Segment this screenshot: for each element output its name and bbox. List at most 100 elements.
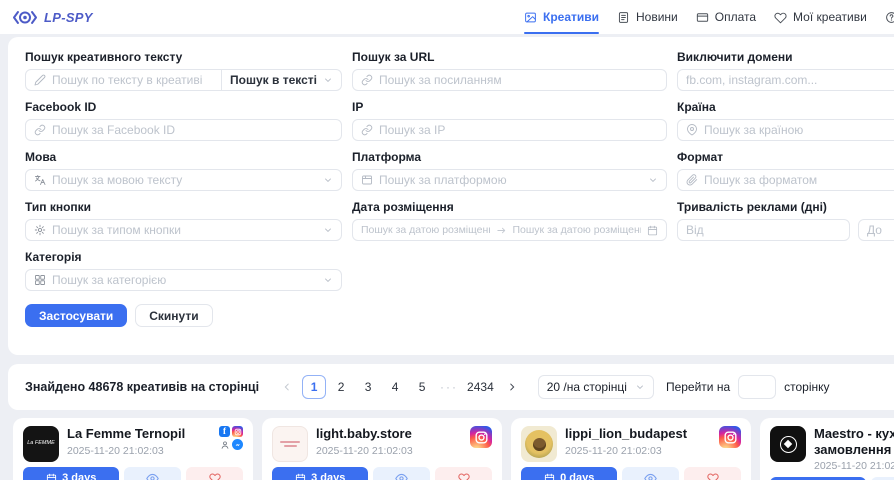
category-select[interactable] <box>25 269 342 291</box>
page-number-1[interactable]: 1 <box>302 375 326 399</box>
tab-creatives[interactable]: Креативи <box>524 0 599 34</box>
creative-title[interactable]: Maestro - кухні, меблі на замовлення в У… <box>814 426 894 457</box>
duration-label: Тривалість реклами (дні) <box>677 200 894 214</box>
duration-to-control <box>858 219 894 241</box>
creative-card: Maestro - кухні, меблі на замовлення в У… <box>760 418 894 480</box>
calendar-icon <box>295 473 306 480</box>
days-active-button[interactable]: 0 days <box>521 467 617 480</box>
date-from-input[interactable] <box>361 224 490 236</box>
platform-badges <box>468 426 492 448</box>
button-type-input[interactable] <box>52 223 317 237</box>
date-to-input[interactable] <box>513 224 642 236</box>
calendar-icon <box>46 473 57 480</box>
tab-label: Креативи <box>543 10 599 24</box>
calendar-icon <box>647 225 658 236</box>
field-exclude-domains: Виключити домени <box>677 50 894 91</box>
next-page-button[interactable] <box>500 375 524 399</box>
reset-button[interactable]: Скинути <box>135 304 212 327</box>
ip-input[interactable] <box>379 123 658 137</box>
tab-my-creatives[interactable]: Мої креативи <box>774 0 867 34</box>
text-search-mode-value: Пошук в тексті <box>230 73 317 87</box>
page-size-select[interactable]: 20 /на сторінці <box>538 375 654 399</box>
platform-badges: f <box>217 426 243 450</box>
views-button[interactable] <box>622 467 679 480</box>
page-number-4[interactable]: 4 <box>383 375 407 399</box>
days-active-button[interactable]: 3 days <box>23 467 119 480</box>
duration-to-input[interactable] <box>867 223 894 237</box>
views-button[interactable] <box>124 467 181 480</box>
url-input[interactable] <box>379 73 658 87</box>
field-format: Формат <box>677 150 894 191</box>
tab-faq[interactable]: FAQ <box>885 0 894 34</box>
page-number-3[interactable]: 3 <box>356 375 380 399</box>
creative-card: La FEMME La Femme Ternopil 2025-11-20 21… <box>13 418 253 480</box>
brand-name: LP-SPY <box>44 10 93 25</box>
eye-logo-icon <box>12 10 38 25</box>
brand-logo[interactable]: LP-SPY <box>12 0 93 34</box>
pencil-icon <box>34 74 46 86</box>
chevron-down-icon <box>323 225 333 235</box>
field-language: Мова <box>25 150 342 191</box>
tab-payment[interactable]: Оплата <box>696 0 756 34</box>
field-placement-date: Дата розміщення <box>352 200 667 241</box>
creative-title[interactable]: lippi_lion_budapest <box>565 426 709 442</box>
facebook-id-label: Facebook ID <box>25 100 342 114</box>
chevron-down-icon <box>648 175 658 185</box>
page-number-2[interactable]: 2 <box>329 375 353 399</box>
chevron-down-icon <box>323 175 333 185</box>
language-input[interactable] <box>52 173 317 187</box>
duration-from-input[interactable] <box>686 223 841 237</box>
creatives-row: La FEMME La Femme Ternopil 2025-11-20 21… <box>13 418 894 480</box>
platform-label: Платформа <box>352 150 667 164</box>
platform-input[interactable] <box>379 173 642 187</box>
favorite-button[interactable] <box>435 467 492 480</box>
heart-icon <box>774 11 787 24</box>
language-select[interactable] <box>25 169 342 191</box>
format-label: Формат <box>677 150 894 164</box>
facebook-id-input[interactable] <box>52 123 333 137</box>
button-type-select[interactable] <box>25 219 342 241</box>
platform-select[interactable] <box>352 169 667 191</box>
grid-icon <box>34 274 46 286</box>
text-search-mode-select[interactable]: Пошук в тексті <box>221 70 341 90</box>
pages-ellipsis[interactable]: ··· <box>437 375 461 399</box>
favorite-button[interactable] <box>684 467 741 480</box>
main-nav: Креативи Новини Оплата Мої креативи FAQ <box>524 0 894 34</box>
prev-page-button[interactable] <box>275 375 299 399</box>
creative-date: 2025-11-20 21:02:03 <box>814 460 894 472</box>
url-control <box>352 69 667 91</box>
goto-page-input[interactable] <box>738 375 776 399</box>
eye-icon <box>395 472 408 480</box>
translate-icon <box>34 174 46 186</box>
category-input[interactable] <box>52 273 317 287</box>
country-input[interactable] <box>704 123 894 137</box>
platform-badges <box>717 426 741 448</box>
views-button[interactable] <box>373 467 430 480</box>
apply-button[interactable]: Застосувати <box>25 304 127 327</box>
field-facebook-id: Facebook ID <box>25 100 342 141</box>
creative-text-input[interactable] <box>52 73 207 87</box>
pager: 1 2 3 4 5 ··· 2434 <box>275 375 524 399</box>
placement-date-range[interactable] <box>352 219 667 241</box>
days-active-button[interactable]: 3 days <box>272 467 368 480</box>
image-icon <box>524 11 537 24</box>
format-input[interactable] <box>704 173 894 187</box>
page-number-5[interactable]: 5 <box>410 375 434 399</box>
creative-title[interactable]: La Femme Ternopil <box>67 426 209 442</box>
filters-panel: Пошук креативного тексту Пошук в тексті … <box>8 37 894 355</box>
tab-news[interactable]: Новини <box>617 0 678 34</box>
creative-date: 2025-11-20 21:02:03 <box>316 445 460 457</box>
field-url: Пошук за URL <box>352 50 667 91</box>
page-number-last[interactable]: 2434 <box>464 375 497 399</box>
creative-card: lippi_lion_budapest 2025-11-20 21:02:03 … <box>511 418 751 480</box>
favorite-button[interactable] <box>186 467 243 480</box>
chevron-down-icon <box>323 75 333 85</box>
instagram-icon <box>719 426 741 448</box>
exclude-domains-input[interactable] <box>686 73 894 87</box>
facebook-id-control <box>25 119 342 141</box>
creative-title[interactable]: light.baby.store <box>316 426 460 442</box>
chevron-down-icon <box>323 275 333 285</box>
heart-icon <box>209 472 221 480</box>
facebook-icon: f <box>219 426 230 437</box>
question-circle-icon <box>885 11 894 24</box>
